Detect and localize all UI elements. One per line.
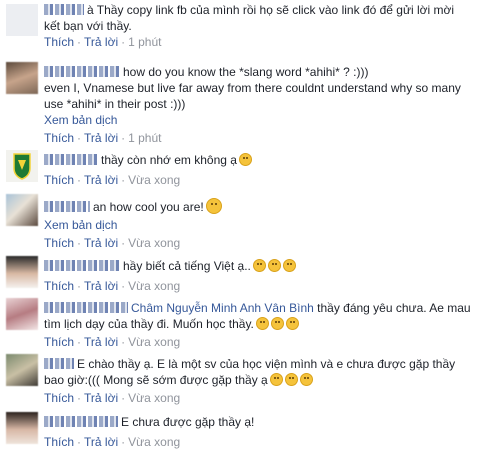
comment-actions: Thích · Trả lời · Vừa xong: [44, 236, 181, 250]
avatar[interactable]: [6, 150, 38, 182]
tagged-user[interactable]: Nguyễn Minh Anh Vân Bình: [166, 301, 313, 315]
avatar[interactable]: [6, 298, 38, 330]
comment-text: thầy đáng yêu chưa. Ae mau: [317, 301, 471, 315]
commenter-name[interactable]: [44, 4, 84, 15]
comment-text: an how cool you are!: [93, 200, 204, 214]
comment-actions: Thích · Trả lời · 1 phút: [44, 35, 162, 49]
translate-link[interactable]: Xem bản dịch: [44, 217, 492, 233]
reply-link[interactable]: Trả lời: [84, 173, 118, 187]
avatar[interactable]: [6, 354, 38, 386]
reply-link[interactable]: Trả lời: [84, 279, 118, 293]
comment-actions: Thích · Trả lời · Vừa xong: [44, 391, 181, 405]
comment-text: E chưa được gặp thầy ạ!: [121, 415, 255, 429]
comment-actions: Thích · Trả lời · Vừa xong: [44, 335, 181, 349]
like-link[interactable]: Thích: [44, 35, 74, 49]
shield-logo-icon: [13, 153, 31, 180]
commenter-name[interactable]: [44, 154, 98, 165]
laughing-tears-emoji: [270, 317, 284, 330]
like-link[interactable]: Thích: [44, 391, 74, 405]
timestamp[interactable]: Vừa xong: [128, 173, 180, 187]
timestamp[interactable]: 1 phút: [128, 131, 161, 145]
reply-link[interactable]: Trả lời: [84, 35, 118, 49]
comment-text-continued: bao giờ:((( Mong sẽ sớm được gặp thầy ạ: [44, 373, 268, 387]
slight-smile-emoji: [238, 153, 252, 166]
timestamp[interactable]: Vừa xong: [128, 435, 180, 449]
comment-thread: à Thầy copy link fb của mình rồi họ sẽ c…: [0, 0, 500, 454]
grinning-emoji: [269, 373, 283, 386]
reply-link[interactable]: Trả lời: [84, 236, 118, 250]
tagged-user[interactable]: Châm: [131, 301, 163, 315]
comment-actions: Thích · Trả lời · Vừa xong: [44, 173, 181, 187]
comment-actions: Thích · Trả lời · Vừa xong: [44, 279, 181, 293]
like-link[interactable]: Thích: [44, 236, 74, 250]
avatar[interactable]: [6, 62, 38, 94]
reply-link[interactable]: Trả lời: [84, 435, 118, 449]
sad-face-emoji: [252, 259, 266, 272]
comment-text: hầy biết cả tiếng Việt ạ..: [123, 259, 251, 273]
comment-text: à Thầy copy link fb của mình rồi họ sẽ c…: [87, 3, 455, 17]
avatar[interactable]: [6, 412, 38, 444]
like-link[interactable]: Thích: [44, 335, 74, 349]
comment-text: E chào thầy ạ. E là một sv của học viện …: [77, 357, 456, 371]
commenter-name[interactable]: [44, 66, 120, 77]
timestamp[interactable]: Vừa xong: [128, 391, 180, 405]
grinning-emoji: [299, 373, 313, 386]
comment-text-continued: use *ahihi* in their post :))): [44, 97, 186, 111]
sad-face-emoji: [267, 259, 281, 272]
like-link[interactable]: Thích: [44, 173, 74, 187]
smile-emoji: [205, 198, 222, 214]
comment-text: thầy còn nhớ em không ạ: [101, 153, 237, 167]
comment-actions: Thích · Trả lời · 1 phút: [44, 131, 162, 145]
commenter-name[interactable]: [44, 416, 118, 427]
translate-link[interactable]: Xem bản dịch: [44, 112, 492, 128]
avatar[interactable]: [6, 4, 38, 36]
commenter-name[interactable]: [44, 201, 90, 212]
comment-text-continued: kết bạn với thầy.: [44, 19, 132, 33]
reply-link[interactable]: Trả lời: [84, 335, 118, 349]
reply-link[interactable]: Trả lời: [84, 391, 118, 405]
timestamp[interactable]: Vừa xong: [128, 236, 180, 250]
timestamp[interactable]: Vừa xong: [128, 279, 180, 293]
sad-face-emoji: [282, 259, 296, 272]
comment-text: how do you know the *slang word *ahihi* …: [123, 65, 369, 79]
like-link[interactable]: Thích: [44, 435, 74, 449]
commenter-name[interactable]: [44, 260, 120, 271]
timestamp[interactable]: 1 phút: [128, 35, 161, 49]
grinning-emoji: [284, 373, 298, 386]
like-link[interactable]: Thích: [44, 131, 74, 145]
commenter-name[interactable]: [44, 358, 74, 369]
like-link[interactable]: Thích: [44, 279, 74, 293]
laughing-tears-emoji: [285, 317, 299, 330]
timestamp[interactable]: Vừa xong: [128, 335, 180, 349]
commenter-name[interactable]: [44, 302, 128, 313]
comment-text-continued: tìm lịch dạy của thầy đi. Muốn học thầy.: [44, 317, 254, 331]
avatar[interactable]: [6, 256, 38, 288]
comment-actions: Thích · Trả lời · Vừa xong: [44, 435, 181, 449]
comment-text-continued: even I, Vnamese but live far away from t…: [44, 81, 461, 95]
laughing-tears-emoji: [255, 317, 269, 330]
reply-link[interactable]: Trả lời: [84, 131, 118, 145]
avatar[interactable]: [6, 194, 38, 226]
